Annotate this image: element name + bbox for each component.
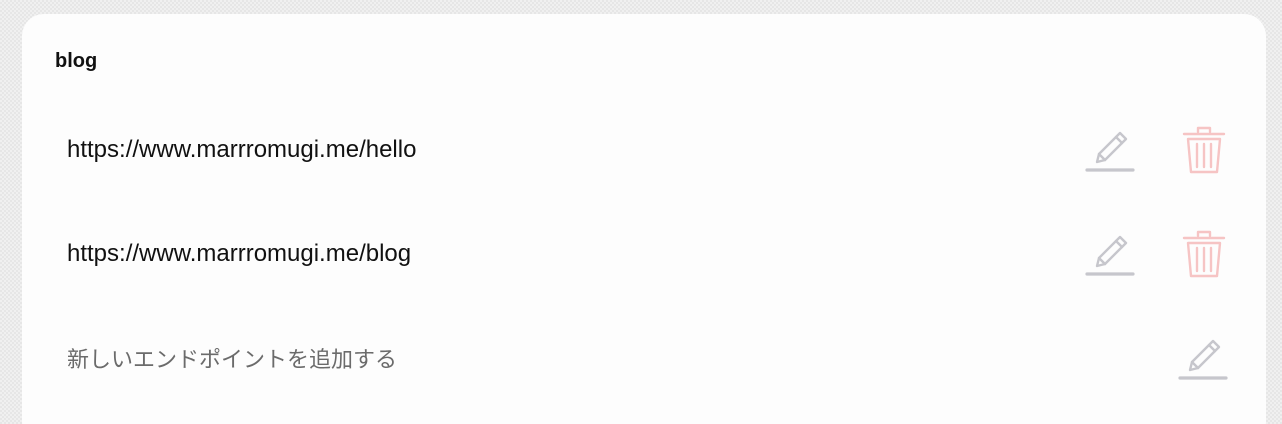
endpoint-group-card: blog https://www.marrromugi.me/hello htt… [22, 14, 1266, 424]
add-endpoint-edit-button[interactable] [1175, 330, 1231, 386]
add-endpoint-row[interactable]: 新しいエンドポイントを追加する [22, 323, 1266, 393]
endpoint-url: https://www.marrromugi.me/hello [67, 136, 417, 163]
endpoint-url: https://www.marrromugi.me/blog [67, 240, 412, 267]
pencil-icon [1085, 235, 1135, 276]
delete-button[interactable] [1176, 122, 1232, 178]
edit-button[interactable] [1082, 122, 1138, 178]
trash-icon [1182, 230, 1226, 278]
pencil-icon [1085, 131, 1135, 172]
group-title: blog [55, 50, 98, 72]
delete-button[interactable] [1176, 226, 1232, 282]
edit-button[interactable] [1082, 226, 1138, 282]
endpoint-row: https://www.marrromugi.me/blog [22, 219, 1266, 289]
pencil-icon [1178, 339, 1228, 380]
trash-icon [1182, 126, 1226, 174]
endpoint-row: https://www.marrromugi.me/hello [22, 115, 1266, 185]
add-endpoint-placeholder: 新しいエンドポイントを追加する [67, 348, 398, 373]
